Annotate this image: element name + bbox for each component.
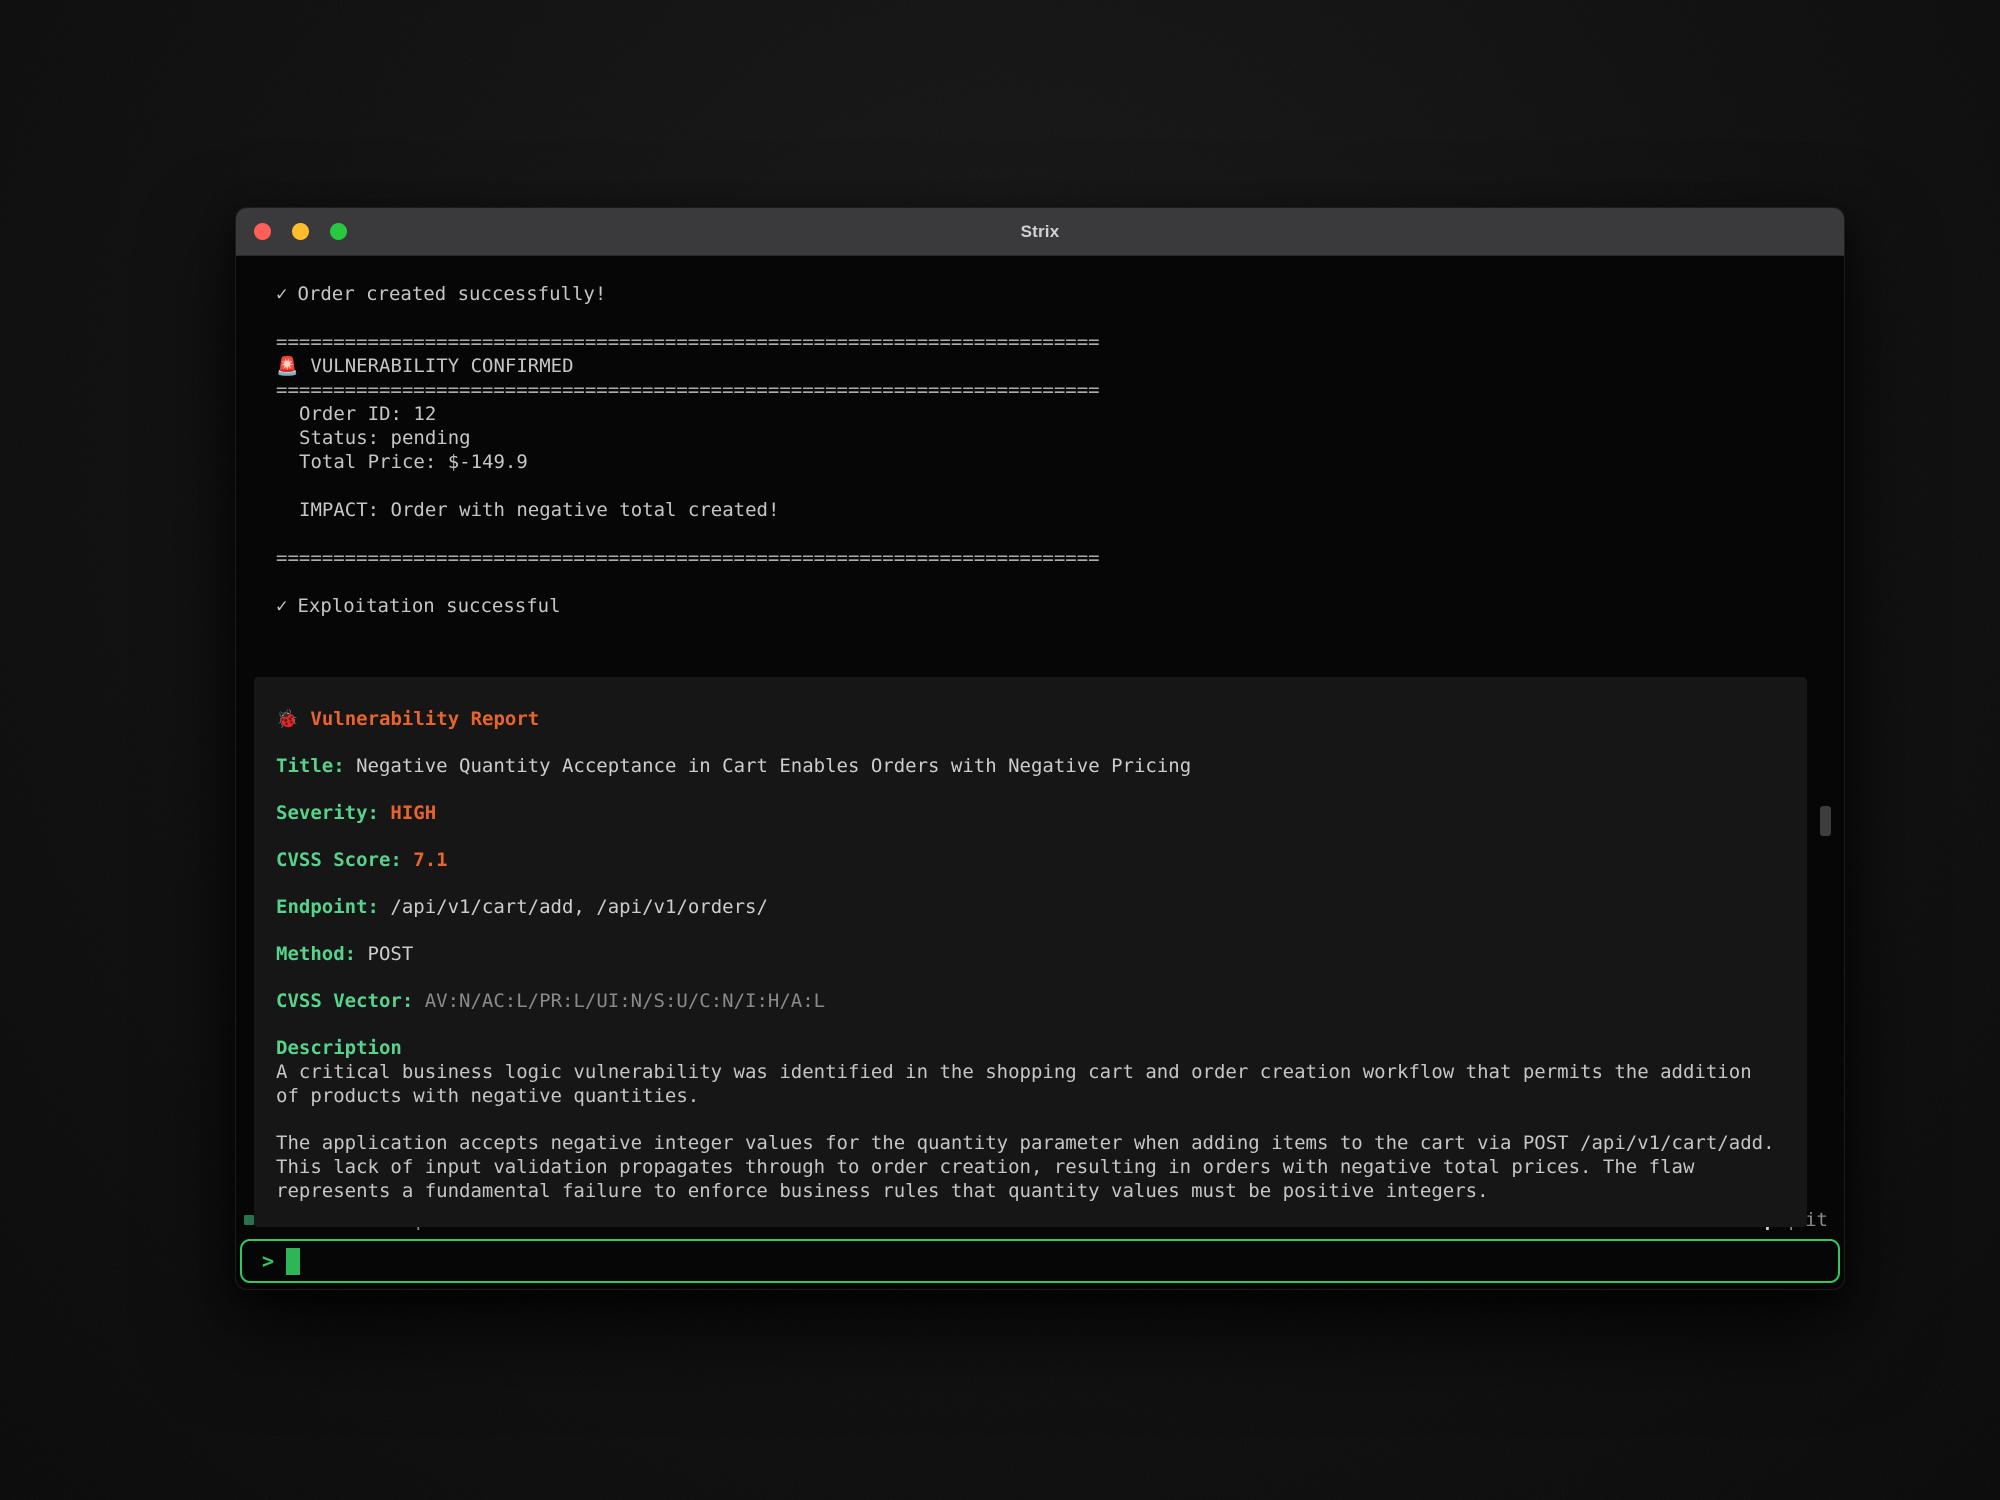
total-price-line: Total Price: $-149.9: [276, 450, 1804, 474]
vuln-confirmed-text: VULNERABILITY CONFIRMED: [310, 355, 573, 377]
report-title-row: Title: Negative Quantity Acceptance in C…: [276, 754, 1785, 778]
vulnerability-report-panel: 🐞 Vulnerability Report Title: Negative Qu…: [254, 677, 1807, 1227]
description-paragraph-1: A critical business logic vulnerability …: [276, 1060, 1785, 1108]
text-cursor: [286, 1248, 300, 1275]
report-header: 🐞 Vulnerability Report: [276, 707, 1785, 731]
cvss-vector-label: CVSS Vector:: [276, 990, 413, 1012]
method-label: Method:: [276, 943, 356, 965]
report-header-text: Vulnerability Report: [310, 708, 539, 730]
order-id-line: Order ID: 12: [276, 402, 1804, 426]
cvss-vector-value: AV:N/AC:L/PR:L/UI:N/S:U/C:N/I:H/A:L: [425, 990, 825, 1012]
terminal-window: Strix ✓ Order created successfully! =====…: [235, 207, 1845, 1290]
title-label: Title:: [276, 755, 345, 777]
endpoint-value: /api/v1/cart/add, /api/v1/orders/: [390, 896, 768, 918]
order-status-line: Status: pending: [276, 426, 1804, 450]
severity-value: HIGH: [390, 802, 436, 824]
description-paragraph-2: The application accepts negative integer…: [276, 1131, 1785, 1203]
cvss-score-label: CVSS Score:: [276, 849, 402, 871]
separator-line: ========================================…: [276, 546, 1804, 570]
report-cvss-vector-row: CVSS Vector: AV:N/AC:L/PR:L/UI:N/S:U/C:N…: [276, 989, 1785, 1013]
endpoint-label: Endpoint:: [276, 896, 379, 918]
bug-icon: 🐞: [276, 709, 298, 730]
order-success-line: ✓ Order created successfully!: [276, 282, 1804, 306]
command-input[interactable]: >: [240, 1239, 1840, 1283]
severity-label: Severity:: [276, 802, 379, 824]
separator-line: ========================================…: [276, 330, 1804, 354]
report-endpoint-row: Endpoint: /api/v1/cart/add, /api/v1/orde…: [276, 895, 1785, 919]
check-icon: ✓: [276, 595, 287, 617]
exploitation-line: ✓ Exploitation successful: [276, 594, 1804, 618]
report-method-row: Method: POST: [276, 942, 1785, 966]
description-heading: Description: [276, 1036, 1785, 1060]
report-severity-row: Severity: HIGH: [276, 801, 1785, 825]
impact-line: IMPACT: Order with negative total create…: [276, 498, 1804, 522]
check-icon: ✓: [276, 283, 287, 305]
report-cvss-score-row: CVSS Score: 7.1: [276, 848, 1785, 872]
alert-siren-icon: 🚨: [276, 356, 298, 377]
vuln-confirmed-line: 🚨 VULNERABILITY CONFIRMED: [276, 354, 1804, 378]
scrollbar-thumb[interactable]: [1820, 806, 1831, 836]
separator-line: ========================================…: [276, 378, 1804, 402]
window-title: Strix: [236, 222, 1844, 242]
method-value: POST: [368, 943, 414, 965]
exploitation-text: Exploitation successful: [297, 595, 560, 617]
prompt-icon: >: [262, 1249, 274, 1273]
titlebar[interactable]: Strix: [236, 208, 1844, 256]
cvss-score-value: 7.1: [413, 849, 447, 871]
terminal-output: ✓ Order created successfully! ===========…: [236, 256, 1844, 1205]
order-success-text: Order created successfully!: [297, 283, 606, 305]
title-value: Negative Quantity Acceptance in Cart Ena…: [356, 755, 1191, 777]
